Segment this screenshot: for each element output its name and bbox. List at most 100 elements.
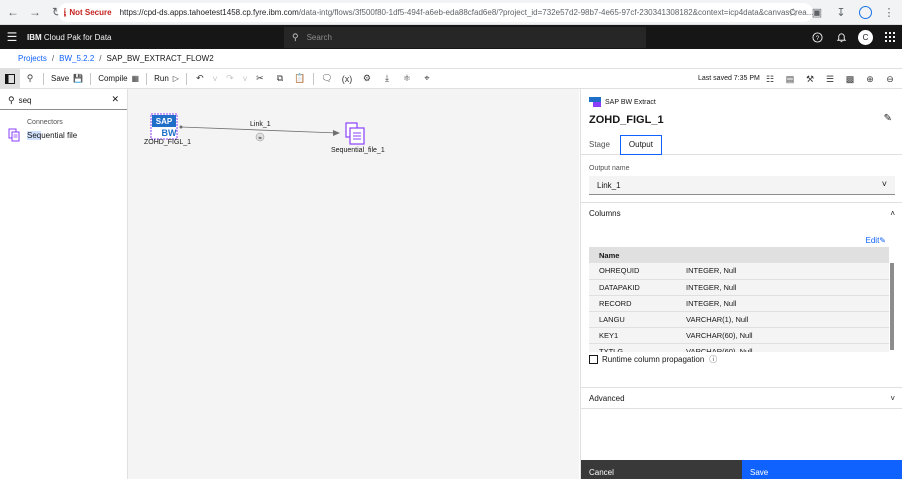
- output-name-select[interactable]: Link_1 ˅: [589, 176, 895, 195]
- search-icon[interactable]: ⚲: [20, 69, 40, 89]
- user-avatar[interactable]: C: [858, 29, 873, 45]
- parameters-icon[interactable]: (x): [337, 69, 357, 89]
- table-row[interactable]: TXTLG VARCHAR(60), Null: [589, 343, 889, 352]
- table-row[interactable]: DATAPAKID INTEGER, Null: [589, 279, 889, 296]
- toolbar-right-actions: ☷ ▤ ⚒ ☰ ▩ ⊕ ⊖ ⛶: [760, 69, 902, 89]
- sequential-file-icon: [8, 128, 20, 142]
- compile-label: Compile: [98, 74, 128, 83]
- sap-bw-node[interactable]: SAP BW: [150, 113, 178, 140]
- runtime-propagation-label: Runtime column propagation: [602, 355, 705, 364]
- comment-icon[interactable]: 🗨: [317, 69, 337, 89]
- palette-item-sequential-file[interactable]: Seq uential file: [8, 127, 126, 143]
- palette-search-value: seq: [18, 96, 32, 105]
- panel-footer: Cancel Save: [581, 460, 902, 479]
- divider: [581, 387, 902, 388]
- auto-arrange-icon[interactable]: ⚛: [397, 69, 417, 89]
- column-type: VARCHAR(60), Null: [686, 343, 889, 352]
- table-row[interactable]: KEY1 VARCHAR(60), Null: [589, 327, 889, 344]
- debug-icon[interactable]: ⚒: [800, 69, 820, 89]
- bookmark-star-icon[interactable]: ☆: [784, 3, 802, 21]
- global-search-input[interactable]: ⚲ Search: [284, 27, 646, 48]
- advanced-section-header[interactable]: Advanced ˅: [589, 394, 895, 403]
- divider: [581, 408, 902, 409]
- palette-search-input[interactable]: ⚲ seq ✕: [0, 92, 127, 110]
- brand-label: IBM: [27, 32, 42, 42]
- compile-button[interactable]: Compile ▦: [94, 69, 143, 89]
- cancel-button[interactable]: Cancel: [581, 460, 742, 479]
- stage-type-label: SAP BW Extract: [605, 98, 656, 106]
- app-header: ☰ IBM Cloud Pak for Data ⚲ Search ? C: [0, 25, 902, 49]
- redo-icon[interactable]: ↷: [220, 69, 240, 89]
- url-host: https://cpd-ds.apps.tahoetest1458.cp.fyr…: [119, 8, 299, 17]
- flow-canvas[interactable]: SAP BW ⇆ ZOHD_FIGL_1 Link_1 Sequential_f…: [128, 89, 579, 479]
- tab-output[interactable]: Output: [619, 135, 662, 155]
- table-row[interactable]: LANGU VARCHAR(1), Null: [589, 311, 889, 328]
- table-scrollbar[interactable]: [890, 263, 894, 350]
- notification-bell-icon[interactable]: [829, 25, 853, 49]
- search-icon: ⚲: [292, 32, 299, 42]
- back-icon[interactable]: ←: [4, 3, 22, 21]
- toolbar-divider: [312, 72, 314, 85]
- breadcrumb-projects[interactable]: Projects: [18, 54, 47, 63]
- runtime-propagation-checkbox[interactable]: [589, 355, 598, 364]
- column-header-name: Name: [589, 247, 889, 263]
- undo-dropdown-icon[interactable]: ˅: [210, 69, 220, 89]
- breadcrumb-separator: /: [99, 54, 102, 63]
- columns-section-title: Columns: [589, 209, 621, 218]
- address-bar[interactable]: ! Not Secure https://cpd-ds.apps.tahoete…: [58, 3, 813, 22]
- help-icon[interactable]: ?: [805, 25, 829, 49]
- settings-gear-icon[interactable]: ⚙: [357, 69, 377, 89]
- toolbar-divider: [146, 72, 148, 85]
- run-button[interactable]: Run ▷: [150, 69, 183, 89]
- app-switcher-icon[interactable]: [878, 25, 902, 49]
- table-row[interactable]: OHREQUID INTEGER, Null: [589, 263, 889, 280]
- columns-section-header[interactable]: Columns ˄: [589, 209, 895, 218]
- cut-icon[interactable]: ✂: [250, 69, 270, 89]
- forward-icon[interactable]: →: [26, 3, 44, 21]
- column-type: INTEGER, Null: [686, 295, 889, 312]
- extensions-icon[interactable]: ▣: [808, 3, 826, 21]
- breadcrumb-project[interactable]: BW_5.2.2: [59, 54, 94, 63]
- save-label: Save: [51, 74, 70, 83]
- sequential-file-node[interactable]: [345, 122, 365, 145]
- info-icon[interactable]: ⓘ: [709, 354, 717, 365]
- output-name-value: Link_1: [597, 180, 621, 190]
- svg-text:?: ?: [815, 34, 819, 41]
- paste-icon[interactable]: 📋: [290, 69, 310, 89]
- save-button[interactable]: Save 💾: [47, 69, 87, 89]
- product-name[interactable]: IBM Cloud Pak for Data: [27, 33, 112, 42]
- profile-icon[interactable]: [856, 3, 874, 21]
- minimap-icon[interactable]: ▩: [840, 69, 860, 89]
- panel-title: ZOHD_FIGL_1: [589, 114, 664, 126]
- schedule-icon[interactable]: ▤: [780, 69, 800, 89]
- clear-search-icon[interactable]: ✕: [111, 94, 119, 105]
- column-name: KEY1: [589, 327, 686, 344]
- divider: [581, 202, 902, 203]
- runtime-propagation-option[interactable]: Runtime column propagation ⓘ: [589, 354, 717, 365]
- calendar-icon[interactable]: ☷: [760, 69, 780, 89]
- hamburger-menu-icon[interactable]: ☰: [0, 30, 24, 44]
- target-node-label: Sequential_file_1: [331, 147, 385, 154]
- tab-stage[interactable]: Stage: [581, 135, 618, 155]
- security-label: Not Secure: [69, 8, 112, 17]
- bw-logo-text: BW: [162, 128, 177, 138]
- save-button[interactable]: Save: [742, 460, 902, 479]
- crop-icon[interactable]: ⌖: [417, 69, 437, 89]
- edit-title-icon[interactable]: ✎: [884, 113, 892, 124]
- edit-columns-link[interactable]: Edit✎: [866, 236, 887, 245]
- copy-icon[interactable]: ⧉: [270, 69, 290, 89]
- sap-bw-icon: [589, 97, 601, 107]
- export-download-icon[interactable]: ⤓: [377, 69, 397, 89]
- browser-menu-icon[interactable]: ⋮: [880, 3, 898, 21]
- download-icon[interactable]: ↧: [832, 3, 850, 21]
- toolbar-divider: [43, 72, 44, 85]
- url-path: /data-intg/flows/3f500f80-1df5-494f-a6eb…: [298, 8, 813, 17]
- zoom-out-icon[interactable]: ⊖: [880, 69, 900, 89]
- table-row[interactable]: RECORD INTEGER, Null: [589, 295, 889, 312]
- logs-icon[interactable]: ☰: [820, 69, 840, 89]
- panel-tabs: Stage Output: [581, 135, 902, 155]
- redo-dropdown-icon[interactable]: ˅: [240, 69, 250, 89]
- palette-toggle-icon[interactable]: [0, 68, 20, 89]
- undo-icon[interactable]: ↶: [190, 69, 210, 89]
- zoom-in-icon[interactable]: ⊕: [860, 69, 880, 89]
